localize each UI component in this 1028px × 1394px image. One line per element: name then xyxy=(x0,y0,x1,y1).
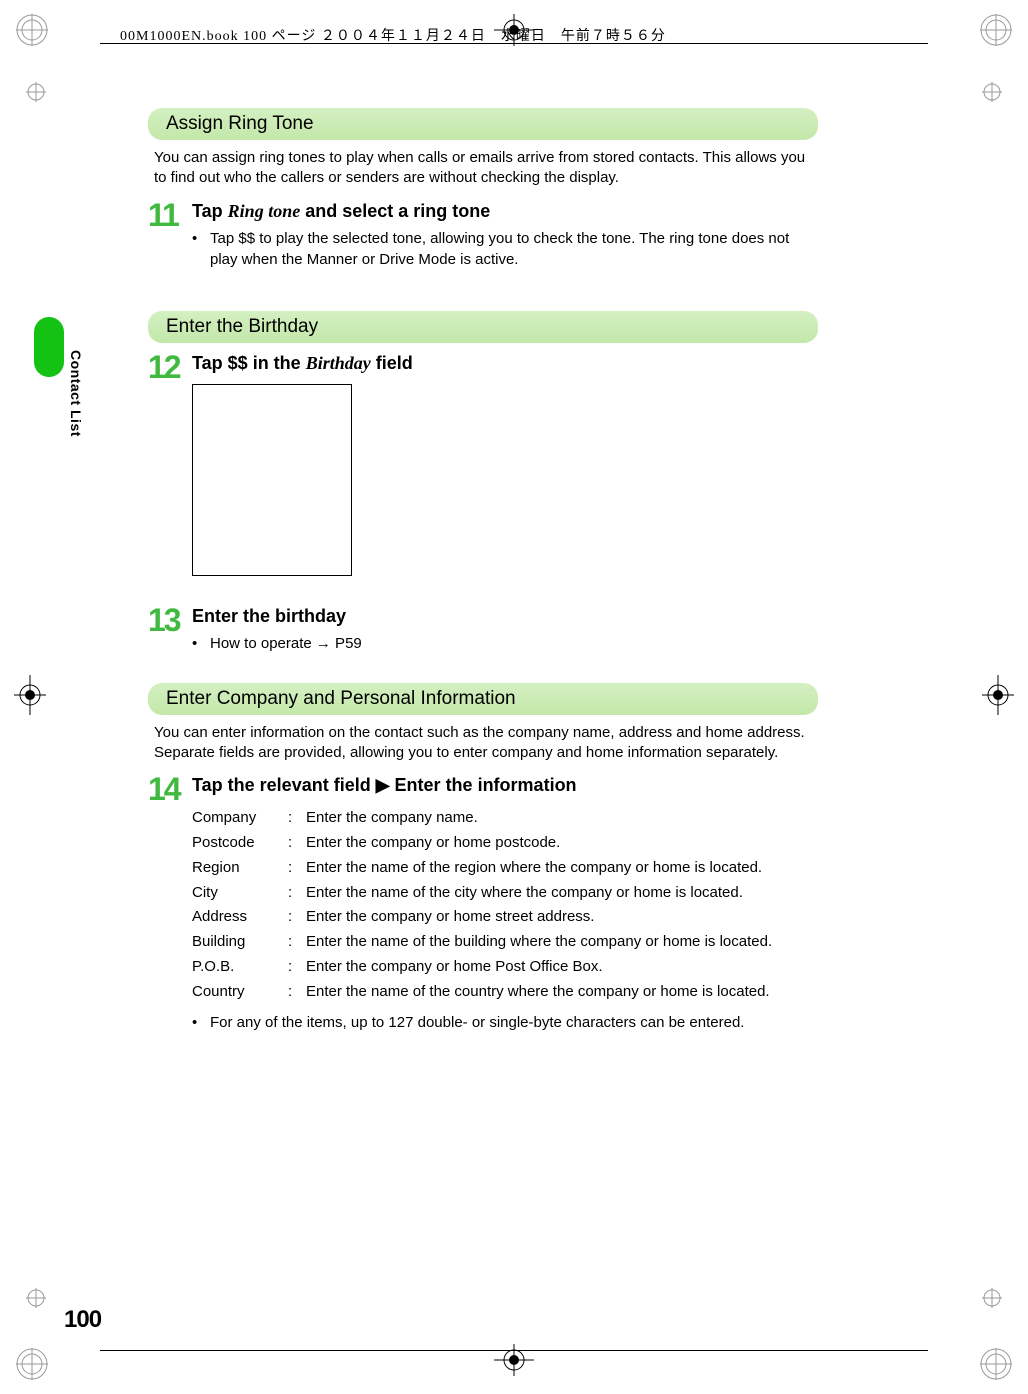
step-14-note: • For any of the items, up to 127 double… xyxy=(192,1012,818,1034)
reg-dot-left-bottom xyxy=(26,1288,46,1312)
colon: : xyxy=(288,831,306,856)
ringtone-intro: You can assign ring tones to play when c… xyxy=(154,148,818,189)
bullet-dot: • xyxy=(192,228,210,272)
field-label: P.O.B. xyxy=(192,955,288,980)
bullet-dot: • xyxy=(192,633,210,655)
step-12-title-em: Birthday xyxy=(306,353,371,373)
colon: : xyxy=(288,881,306,906)
side-tab xyxy=(34,317,64,377)
colon: : xyxy=(288,930,306,955)
step-14: 14 Tap the relevant field ▶ Enter the in… xyxy=(148,773,818,1034)
reg-dot-right-bottom xyxy=(982,1288,1002,1312)
field-row: P.O.B.:Enter the company or home Post Of… xyxy=(192,955,818,980)
screenshot-placeholder xyxy=(192,384,352,576)
step-11-bullet: • Tap $$ to play the selected tone, allo… xyxy=(192,228,818,272)
field-table: Company:Enter the company name. Postcode… xyxy=(192,806,818,1004)
colon: : xyxy=(288,856,306,881)
step-12: 12 Tap $$ in the Birthday field xyxy=(148,351,818,598)
reg-mark-left-center xyxy=(14,675,46,719)
reg-mark-bottom-right xyxy=(980,1348,1012,1380)
step-number: 13 xyxy=(148,604,192,636)
section-header-ringtone: Assign Ring Tone xyxy=(148,108,818,140)
step-13-bullet: • How to operate → P59 xyxy=(192,633,818,655)
step-13-bullet-text: How to operate → P59 xyxy=(210,633,362,655)
field-row: Country:Enter the name of the country wh… xyxy=(192,980,818,1005)
step-11-title: Tap Ring tone and select a ring tone xyxy=(192,201,818,222)
field-desc: Enter the company or home postcode. xyxy=(306,831,818,856)
field-desc: Enter the company name. xyxy=(306,806,818,831)
colon: : xyxy=(288,905,306,930)
field-desc: Enter the company or home street address… xyxy=(306,905,818,930)
reg-mark-top-right xyxy=(980,14,1012,46)
field-desc: Enter the company or home Post Office Bo… xyxy=(306,955,818,980)
field-label: Postcode xyxy=(192,831,288,856)
field-desc: Enter the name of the city where the com… xyxy=(306,881,818,906)
header-text: 00M1000EN.book 100 ページ ２００４年１１月２４日 水曜日 午… xyxy=(120,25,666,45)
footer-rule xyxy=(100,1350,928,1351)
step-12-title: Tap $$ in the Birthday field xyxy=(192,353,818,374)
reg-mark-right-center xyxy=(982,675,1014,719)
field-label: City xyxy=(192,881,288,906)
field-label: Company xyxy=(192,806,288,831)
field-row: Company:Enter the company name. xyxy=(192,806,818,831)
field-row: Building:Enter the name of the building … xyxy=(192,930,818,955)
company-intro: You can enter information on the contact… xyxy=(154,723,818,764)
step-14-title: Tap the relevant field ▶ Enter the infor… xyxy=(192,775,818,796)
page-content: Assign Ring Tone You can assign ring ton… xyxy=(148,108,818,1038)
field-desc: Enter the name of the region where the c… xyxy=(306,856,818,881)
colon: : xyxy=(288,955,306,980)
side-label: Contact List xyxy=(68,350,84,437)
colon: : xyxy=(288,806,306,831)
step-11: 11 Tap Ring tone and select a ring tone … xyxy=(148,199,818,272)
field-label: Building xyxy=(192,930,288,955)
field-row: Region:Enter the name of the region wher… xyxy=(192,856,818,881)
reg-mark-bottom-left xyxy=(16,1348,48,1380)
section-header-birthday: Enter the Birthday xyxy=(148,311,818,343)
bullet-dot: • xyxy=(192,1012,210,1034)
field-row: Postcode:Enter the company or home postc… xyxy=(192,831,818,856)
field-row: City:Enter the name of the city where th… xyxy=(192,881,818,906)
field-label: Address xyxy=(192,905,288,930)
step-14-note-text: For any of the items, up to 127 double- … xyxy=(210,1012,744,1034)
step-12-title-pre: Tap $$ in the xyxy=(192,353,306,373)
section-header-company: Enter Company and Personal Information xyxy=(148,683,818,715)
step-11-title-post: and select a ring tone xyxy=(300,201,490,221)
reg-dot-right-top xyxy=(982,82,1002,106)
step-12-title-post: field xyxy=(371,353,413,373)
step-11-title-pre: Tap xyxy=(192,201,228,221)
field-label: Region xyxy=(192,856,288,881)
step-13-title: Enter the birthday xyxy=(192,606,818,627)
reg-dot-left-top xyxy=(26,82,46,106)
colon: : xyxy=(288,980,306,1005)
field-desc: Enter the name of the building where the… xyxy=(306,930,818,955)
reg-mark-top-left xyxy=(16,14,48,46)
step-11-bullet-text: Tap $$ to play the selected tone, allowi… xyxy=(210,228,818,272)
step-number: 14 xyxy=(148,773,192,805)
step-11-title-em: Ring tone xyxy=(228,201,301,221)
step-number: 11 xyxy=(148,199,192,231)
field-desc: Enter the name of the country where the … xyxy=(306,980,818,1005)
page-number: 100 xyxy=(64,1306,101,1334)
field-label: Country xyxy=(192,980,288,1005)
step-number: 12 xyxy=(148,351,192,383)
field-row: Address:Enter the company or home street… xyxy=(192,905,818,930)
step-13: 13 Enter the birthday • How to operate →… xyxy=(148,604,818,655)
